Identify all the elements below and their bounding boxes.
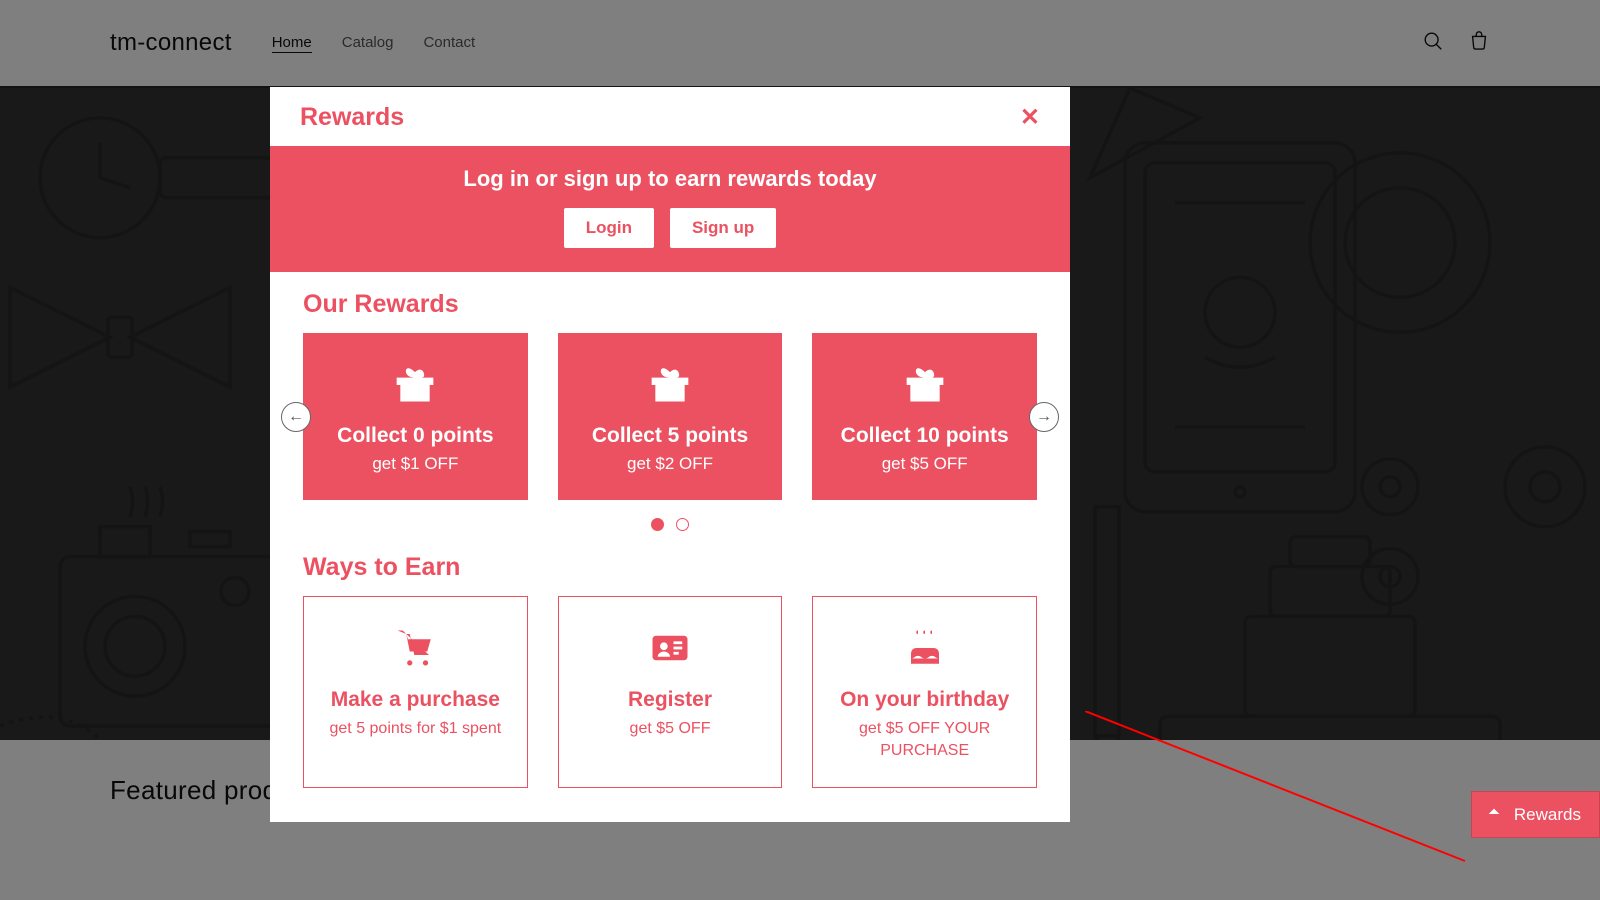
reward-card[interactable]: Collect 10 points get $5 OFF	[812, 333, 1037, 500]
earn-sub: get $5 OFF	[573, 718, 768, 740]
carousel-prev-button[interactable]: ←	[281, 402, 311, 432]
reward-card[interactable]: Collect 5 points get $2 OFF	[558, 333, 783, 500]
login-button[interactable]: Login	[564, 208, 654, 248]
login-banner: Log in or sign up to earn rewards today …	[270, 146, 1070, 272]
carousel-dots	[303, 518, 1037, 531]
earn-title: On your birthday	[827, 688, 1022, 712]
ways-heading: Ways to Earn	[303, 553, 1037, 582]
id-card-icon	[573, 627, 768, 674]
gift-icon	[822, 363, 1027, 412]
our-rewards-heading: Our Rewards	[303, 290, 1037, 319]
reward-title: Collect 10 points	[822, 424, 1027, 448]
gift-icon	[313, 363, 518, 412]
gift-icon	[568, 363, 773, 412]
rewards-fab-label: Rewards	[1514, 805, 1581, 825]
reward-card[interactable]: Collect 0 points get $1 OFF	[303, 333, 528, 500]
chevron-up-icon	[1486, 804, 1502, 825]
ways-to-earn-section: Ways to Earn Make a purchase get 5 point…	[270, 535, 1070, 822]
earn-title: Register	[573, 688, 768, 712]
earn-card-birthday[interactable]: On your birthday get $5 OFF YOUR PURCHAS…	[812, 596, 1037, 788]
banner-heading: Log in or sign up to earn rewards today	[270, 166, 1070, 192]
carousel-dot-1[interactable]	[651, 518, 664, 531]
earn-card-purchase[interactable]: Make a purchase get 5 points for $1 spen…	[303, 596, 528, 788]
our-rewards-section: Our Rewards ← Collect 0 points get $1 OF…	[270, 272, 1070, 531]
earn-sub: get $5 OFF YOUR PURCHASE	[827, 718, 1022, 761]
modal-title: Rewards	[300, 103, 404, 132]
carousel-next-button[interactable]: →	[1029, 402, 1059, 432]
cart-icon	[318, 627, 513, 674]
close-icon[interactable]: ✕	[1020, 106, 1040, 130]
carousel-dot-2[interactable]	[676, 518, 689, 531]
earn-card-register[interactable]: Register get $5 OFF	[558, 596, 783, 788]
signup-button[interactable]: Sign up	[670, 208, 776, 248]
earn-title: Make a purchase	[318, 688, 513, 712]
rewards-modal: Rewards ✕ Log in or sign up to earn rewa…	[270, 87, 1070, 822]
reward-sub: get $2 OFF	[568, 454, 773, 474]
birthday-cake-icon	[827, 627, 1022, 674]
reward-sub: get $1 OFF	[313, 454, 518, 474]
reward-sub: get $5 OFF	[822, 454, 1027, 474]
reward-title: Collect 0 points	[313, 424, 518, 448]
rewards-fab[interactable]: Rewards	[1471, 791, 1600, 838]
reward-title: Collect 5 points	[568, 424, 773, 448]
earn-sub: get 5 points for $1 spent	[318, 718, 513, 740]
